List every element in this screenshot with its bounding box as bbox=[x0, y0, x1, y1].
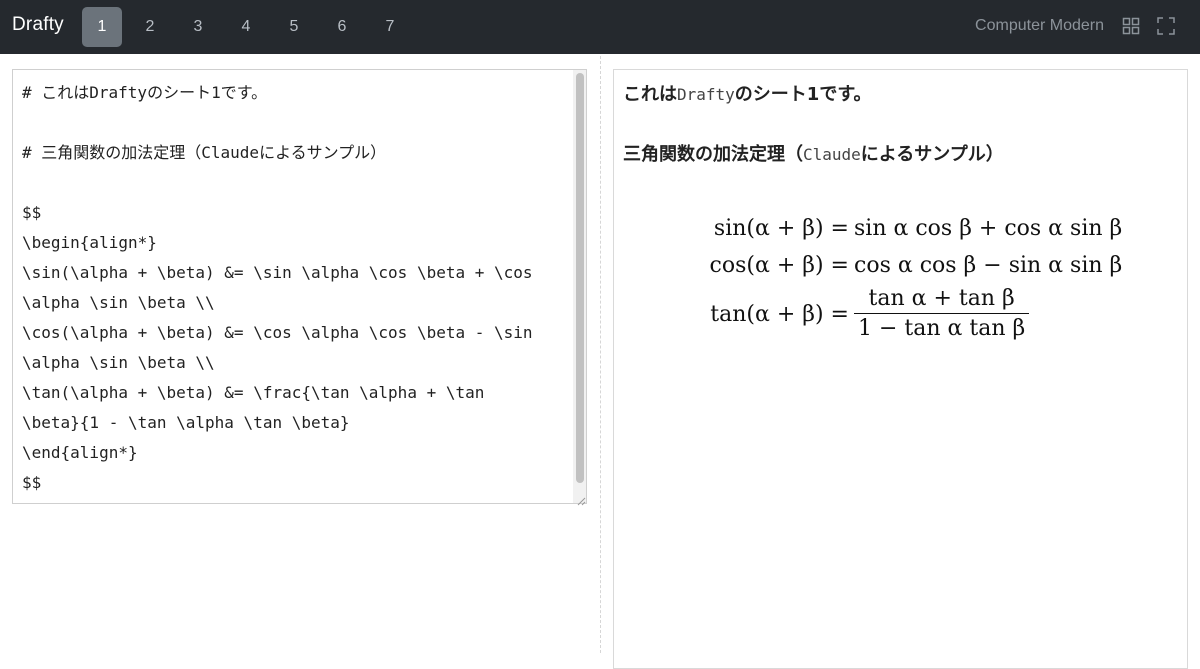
editor-line: # これはDraftyのシート1です。 bbox=[22, 83, 268, 102]
equation-1-right: sin α cos β + cos α sin β bbox=[854, 216, 1123, 241]
page-tab-2[interactable]: 2 bbox=[130, 7, 170, 47]
grid-layout-icon[interactable] bbox=[1122, 17, 1142, 37]
equation-3-right: tan α + tan β 1 − tan α tan β bbox=[854, 285, 1030, 344]
page-tab-3[interactable]: 3 bbox=[178, 7, 218, 47]
fraction: tan α + tan β 1 − tan α tan β bbox=[854, 285, 1030, 344]
editor-text[interactable]: # これはDraftyのシート1です。 # 三角関数の加法定理（Claudeによ… bbox=[22, 78, 562, 498]
editor-line: $$ bbox=[22, 473, 42, 492]
resize-handle-icon[interactable] bbox=[574, 491, 586, 506]
markdown-editor[interactable]: # これはDraftyのシート1です。 # 三角関数の加法定理（Claudeによ… bbox=[12, 69, 587, 506]
editor-line: \beta}{1 - \tan \alpha \tan \beta} bbox=[22, 413, 350, 432]
preview-pane: これはDraftyのシート1です。 三角関数の加法定理（Claudeによるサンプ… bbox=[613, 69, 1188, 669]
editor-line: \tan(\alpha + \beta) &= \frac{\tan \alph… bbox=[22, 383, 485, 402]
equation-1-left: sin(α + β) = bbox=[713, 216, 849, 241]
fullscreen-icon[interactable] bbox=[1157, 17, 1177, 37]
preview-heading-1: これはDraftyのシート1です。 bbox=[623, 84, 872, 105]
inline-code: Claude bbox=[803, 145, 861, 164]
fraction-numerator: tan α + tan β bbox=[854, 285, 1030, 314]
inline-code: Drafty bbox=[677, 85, 735, 104]
font-selector[interactable]: Computer Modern bbox=[975, 17, 1104, 35]
page-tab-5[interactable]: 5 bbox=[274, 7, 314, 47]
app-title: Drafty bbox=[12, 14, 64, 35]
editor-scrollbar[interactable] bbox=[576, 73, 584, 483]
equation-2-right: cos α cos β − sin α sin β bbox=[854, 253, 1123, 278]
equation-3-left: tan(α + β) = bbox=[710, 302, 849, 327]
equation-2-left: cos(α + β) = bbox=[709, 253, 849, 278]
editor-line: \sin(\alpha + \beta) &= \sin \alpha \cos… bbox=[22, 263, 533, 282]
page-tab-7[interactable]: 7 bbox=[370, 7, 410, 47]
pane-divider[interactable] bbox=[600, 56, 602, 653]
page-tab-6[interactable]: 6 bbox=[322, 7, 362, 47]
editor-line: \cos(\alpha + \beta) &= \cos \alpha \cos… bbox=[22, 323, 533, 342]
page-tab-1[interactable]: 1 bbox=[82, 7, 122, 47]
fraction-denominator: 1 − tan α tan β bbox=[858, 316, 1026, 341]
editor-line: \begin{align*} bbox=[22, 233, 157, 252]
editor-line: $$ bbox=[22, 203, 42, 222]
preview-heading-2: 三角関数の加法定理（Claudeによるサンプル） bbox=[623, 144, 1004, 165]
top-navbar: Drafty 1 2 3 4 5 6 7 Computer Modern bbox=[0, 0, 1200, 54]
editor-line: # 三角関数の加法定理（Claudeによるサンプル） bbox=[22, 143, 387, 162]
page-tab-4[interactable]: 4 bbox=[226, 7, 266, 47]
editor-line: \alpha \sin \beta \\ bbox=[22, 353, 215, 372]
editor-line: \alpha \sin \beta \\ bbox=[22, 293, 215, 312]
editor-line: \end{align*} bbox=[22, 443, 138, 462]
